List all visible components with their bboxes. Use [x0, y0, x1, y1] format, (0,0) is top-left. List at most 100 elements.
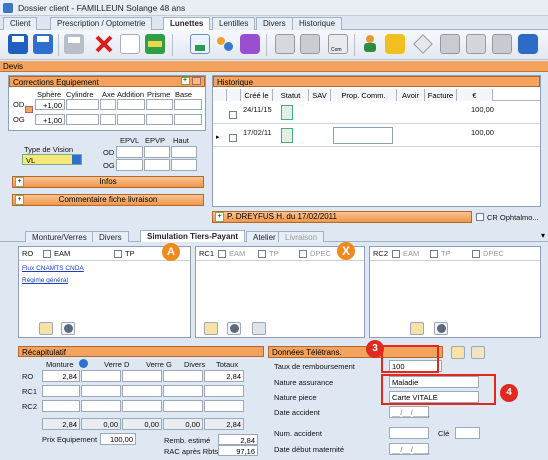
com-icon[interactable]: Com	[328, 34, 348, 54]
od-sphere[interactable]: +1,00	[35, 99, 65, 110]
ro-totaux: 2,84	[204, 370, 244, 382]
vision-select[interactable]: VL	[22, 154, 82, 165]
commentaire-plus[interactable]: +	[15, 195, 24, 205]
date-accident-field[interactable]: __/__/____	[389, 406, 430, 418]
tab-lentilles[interactable]: Lentilles	[212, 17, 256, 30]
og-epvp[interactable]	[144, 159, 170, 171]
subtab-divers[interactable]: Divers	[92, 231, 129, 242]
info-icon[interactable]	[434, 322, 448, 335]
cle-field[interactable]	[455, 427, 480, 439]
copy-od-og-icon[interactable]	[25, 106, 33, 113]
rc2-eam-checkbox[interactable]	[392, 250, 400, 258]
od-cylindre[interactable]	[66, 99, 99, 110]
od-haut[interactable]	[171, 146, 197, 158]
og-haut[interactable]	[171, 159, 197, 171]
table-row[interactable]: ▸ 17/02/11 100,00	[213, 125, 540, 147]
document-icon[interactable]	[120, 34, 140, 54]
rac-label: RAC après Rbts	[164, 447, 219, 456]
od-addition[interactable]	[117, 99, 145, 110]
subtab-arrow-icon[interactable]: ▾	[541, 231, 545, 240]
og-base[interactable]	[174, 114, 202, 125]
users-icon[interactable]	[215, 34, 235, 54]
person-icon[interactable]	[360, 34, 380, 54]
tab-historique[interactable]: Historique	[292, 17, 343, 30]
edit-icon[interactable]	[39, 322, 53, 335]
prescription-bar[interactable]: + P. DREYFUS H. du 17/02/2011	[212, 211, 472, 223]
card-reader-icon[interactable]	[252, 322, 266, 335]
key-icon[interactable]	[492, 34, 512, 54]
calculator-icon[interactable]	[451, 346, 465, 359]
date-maternite-field[interactable]: __/__/____	[389, 443, 430, 455]
prescription-plus[interactable]: +	[215, 212, 224, 222]
og-prisme[interactable]	[146, 114, 173, 125]
table-row[interactable]: 24/11/15 100,00	[213, 102, 540, 124]
og-axe[interactable]	[100, 114, 116, 125]
row-checkbox[interactable]	[229, 111, 237, 119]
total-verre-g: 0,00	[122, 418, 162, 430]
edit-icon[interactable]	[204, 322, 218, 335]
dropdown-arrow-icon[interactable]	[192, 77, 201, 85]
edit-icon[interactable]	[410, 322, 424, 335]
info-icon[interactable]	[61, 322, 75, 335]
chevron-down-icon[interactable]	[72, 155, 81, 164]
prop-comm-cell[interactable]	[333, 127, 393, 144]
od-base[interactable]	[174, 99, 202, 110]
ro-tp-checkbox[interactable]	[114, 250, 122, 258]
infos-bar[interactable]: + Infos	[12, 176, 204, 188]
glasses-icon[interactable]	[275, 34, 295, 54]
subtab-simulation[interactable]: Simulation Tiers-Payant	[140, 230, 245, 242]
info-icon[interactable]	[227, 322, 241, 335]
cr-ophtalmo-checkbox[interactable]	[476, 213, 484, 221]
og-addition[interactable]	[117, 114, 145, 125]
prix-label: Prix Equipement	[42, 435, 98, 444]
subtab-livraison[interactable]: Livraison	[278, 231, 325, 242]
tab-client[interactable]: Client	[3, 17, 38, 30]
corrections-plus[interactable]: +	[183, 77, 187, 84]
tag-icon[interactable]	[440, 34, 460, 54]
og-sphere[interactable]: +1,00	[35, 114, 65, 125]
flux-cnamts-link[interactable]: Flux CNAMTS CNDA	[22, 265, 84, 272]
delete-icon[interactable]	[94, 34, 114, 54]
media-icon[interactable]	[240, 34, 260, 54]
row-checkbox[interactable]	[229, 134, 237, 142]
og-cylindre[interactable]	[66, 114, 99, 125]
save-as-icon[interactable]	[33, 34, 53, 54]
od-prisme[interactable]	[146, 99, 173, 110]
rc1-eam-checkbox[interactable]	[218, 250, 226, 258]
user-card-icon[interactable]	[413, 34, 433, 54]
rc2-tp-checkbox[interactable]	[430, 250, 438, 258]
subtab-monture-verres[interactable]: Monture/Verres	[25, 231, 94, 242]
edit-icon[interactable]	[471, 346, 485, 359]
ro-eam-checkbox[interactable]	[43, 250, 51, 258]
house-icon[interactable]	[466, 34, 486, 54]
od-epvp[interactable]	[144, 146, 170, 158]
rc2-panel: RC2 EAM TP DPEC	[369, 246, 541, 338]
tab-prescription[interactable]: Prescription / Optometrie	[50, 17, 153, 30]
tab-lunettes[interactable]: Lunettes	[163, 17, 211, 31]
tab-divers[interactable]: Divers	[256, 17, 293, 30]
od-epvl[interactable]	[116, 146, 143, 158]
commentaire-bar[interactable]: + Commentaire fiche livraison	[12, 194, 204, 206]
rc1-dpec-checkbox[interactable]	[299, 250, 307, 258]
book-icon[interactable]	[518, 34, 538, 54]
basket-icon[interactable]	[385, 34, 405, 54]
col-addition: Addition	[117, 90, 145, 99]
report-icon[interactable]	[190, 34, 210, 54]
rc2-dpec-checkbox[interactable]	[472, 250, 480, 258]
blank-icon[interactable]	[300, 34, 320, 54]
num-accident-field[interactable]	[389, 427, 429, 439]
card-icon[interactable]	[145, 34, 165, 54]
infos-plus[interactable]: +	[15, 177, 24, 187]
od-axe[interactable]	[100, 99, 116, 110]
status-icon[interactable]	[281, 128, 293, 143]
regime-general-link[interactable]: Régime général	[22, 277, 68, 284]
status-icon[interactable]	[281, 105, 293, 120]
og-epvl[interactable]	[116, 159, 143, 171]
print-icon[interactable]	[64, 34, 84, 54]
rc1-panel: RC1 EAM TP DPEC	[195, 246, 365, 338]
rc1-tp-checkbox[interactable]	[258, 250, 266, 258]
col-base: Base	[175, 90, 193, 99]
save-icon[interactable]	[8, 34, 28, 54]
vision-label: Type de Vision	[24, 145, 74, 154]
info-icon[interactable]	[79, 359, 88, 368]
